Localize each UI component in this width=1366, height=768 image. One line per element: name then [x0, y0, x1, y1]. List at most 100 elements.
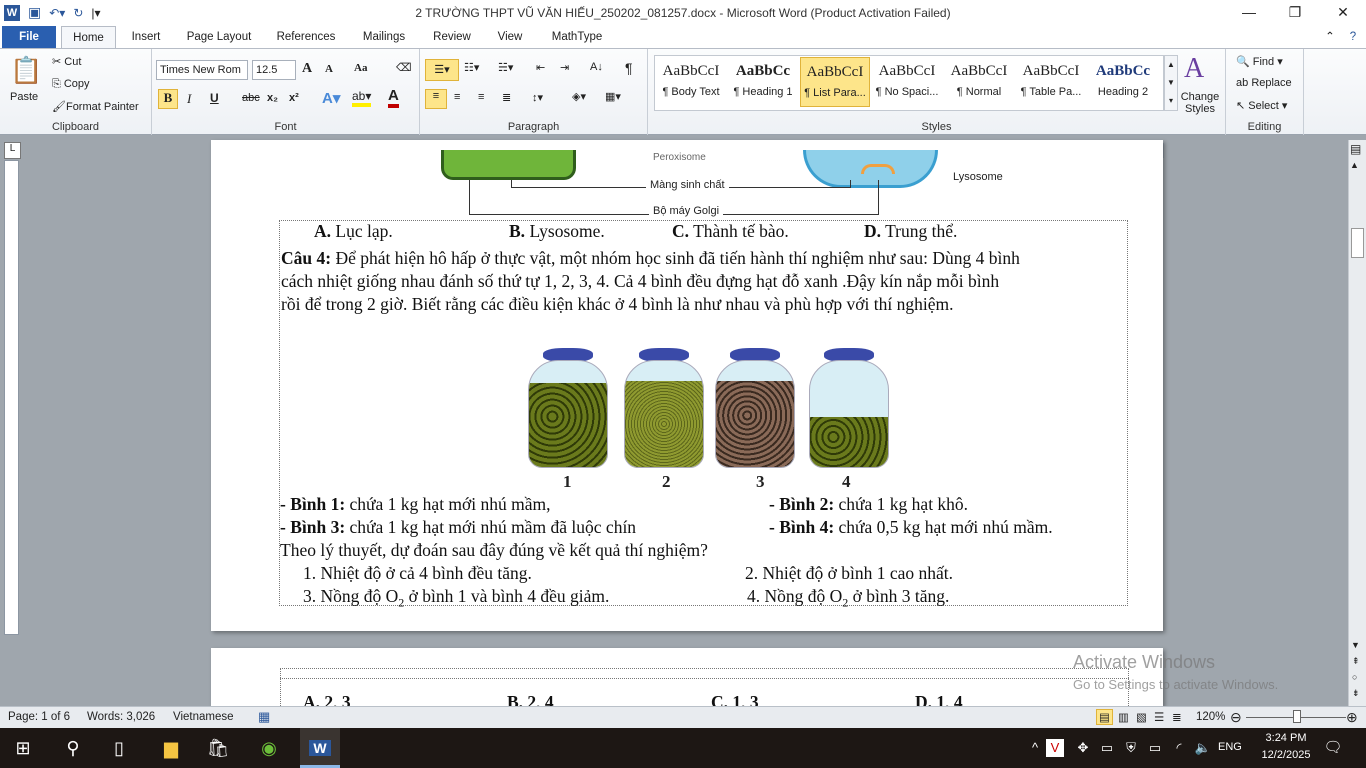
- start-button[interactable]: ⊞: [10, 736, 36, 760]
- style-normal[interactable]: AaBbCcI ¶ Normal: [944, 57, 1014, 107]
- style-table-paragraph[interactable]: AaBbCcI ¶ Table Pa...: [1016, 57, 1086, 107]
- tab-view[interactable]: View: [490, 26, 530, 48]
- tab-mailings[interactable]: Mailings: [354, 26, 414, 48]
- close-button[interactable]: ✕: [1328, 4, 1358, 21]
- grow-font-button[interactable]: A: [302, 61, 312, 77]
- text-effects-icon[interactable]: A▾: [322, 89, 340, 107]
- tab-home[interactable]: Home: [61, 26, 116, 49]
- show-formatting-icon[interactable]: ¶: [625, 60, 633, 76]
- zoom-level[interactable]: 120%: [1196, 711, 1225, 723]
- numbering-icon[interactable]: ☷▾: [464, 61, 479, 74]
- volume-icon[interactable]: 🔈: [1190, 736, 1216, 760]
- cut-button[interactable]: Cut: [64, 56, 81, 68]
- show-hidden-icons[interactable]: ^: [1022, 736, 1048, 760]
- previous-page-icon[interactable]: ⇞: [1352, 656, 1360, 667]
- scroll-thumb[interactable]: [1351, 228, 1364, 258]
- minimize-ribbon-icon[interactable]: ⌃: [1320, 26, 1340, 48]
- tab-page-layout[interactable]: Page Layout: [180, 26, 258, 48]
- zoom-out-button[interactable]: ⊖: [1230, 709, 1242, 726]
- replace-button[interactable]: Replace: [1251, 77, 1291, 89]
- vertical-scrollbar[interactable]: ▤ ▲ ▼ ⇞ ○ ⇟: [1348, 140, 1366, 706]
- full-screen-reading-icon[interactable]: ▥: [1118, 710, 1129, 724]
- sort-icon[interactable]: A↓: [590, 61, 603, 73]
- ruler-tab-selector[interactable]: L: [4, 142, 21, 159]
- style-no-spacing[interactable]: AaBbCcI ¶ No Spaci...: [872, 57, 942, 107]
- word-taskbar-icon[interactable]: W: [300, 728, 340, 768]
- borders-icon[interactable]: ▦▾: [605, 90, 621, 103]
- battery-icon[interactable]: ▭: [1142, 736, 1168, 760]
- clock-time[interactable]: 3:24 PM: [1260, 732, 1312, 744]
- bullets-button[interactable]: ☰▾: [425, 59, 459, 81]
- increase-indent-icon[interactable]: ⇥: [560, 61, 569, 74]
- select-button[interactable]: Select: [1248, 100, 1279, 112]
- clock-date[interactable]: 12/2/2025: [1256, 749, 1316, 761]
- highlight-color-icon[interactable]: ab▾: [352, 89, 372, 107]
- justify-icon[interactable]: ≣: [502, 91, 511, 104]
- shading-icon[interactable]: ◈▾: [572, 90, 586, 103]
- style-heading-2[interactable]: AaBbCc Heading 2: [1088, 57, 1158, 107]
- format-painter-button[interactable]: Format Painter: [66, 101, 139, 113]
- tab-references[interactable]: References: [270, 26, 342, 48]
- change-styles-button[interactable]: Change Styles: [1178, 91, 1222, 115]
- notifications-icon[interactable]: 🗨: [1320, 736, 1346, 760]
- find-button[interactable]: Find: [1253, 56, 1274, 68]
- copy-button[interactable]: Copy: [64, 78, 90, 90]
- subscript-button[interactable]: x₂: [267, 92, 278, 104]
- web-layout-icon[interactable]: ▧: [1136, 710, 1147, 724]
- style-body-text[interactable]: AaBbCcI ¶ Body Text: [656, 57, 726, 107]
- select-browse-object-icon[interactable]: ○: [1352, 672, 1357, 682]
- wifi-icon[interactable]: ◜: [1166, 736, 1192, 760]
- scroll-down-icon[interactable]: ▼: [1351, 640, 1360, 650]
- security-icon[interactable]: ⛨: [1118, 736, 1144, 760]
- help-icon[interactable]: ?: [1343, 26, 1363, 48]
- style-list-paragraph[interactable]: AaBbCcI ¶ List Para...: [800, 57, 870, 107]
- scroll-up-icon[interactable]: ▲: [1350, 160, 1359, 170]
- align-left-button[interactable]: ≡: [425, 89, 447, 109]
- styles-scroll[interactable]: ▲ ▼ ▾: [1164, 55, 1178, 111]
- coccoc-browser-icon[interactable]: ◉: [256, 736, 282, 760]
- line-spacing-icon[interactable]: ↕▾: [532, 91, 543, 104]
- bold-button[interactable]: B: [158, 89, 178, 109]
- word-count[interactable]: Words: 3,026: [87, 711, 155, 723]
- language[interactable]: Vietnamese: [173, 711, 234, 723]
- align-right-icon[interactable]: ≡: [478, 91, 484, 103]
- draft-icon[interactable]: ≣: [1172, 710, 1182, 724]
- tab-review[interactable]: Review: [426, 26, 478, 48]
- vertical-ruler[interactable]: [4, 160, 19, 635]
- font-size-select[interactable]: 12.5: [252, 60, 296, 80]
- tray-app-icon[interactable]: ✥: [1070, 736, 1096, 760]
- font-color-icon[interactable]: A: [388, 87, 399, 108]
- strikethrough-button[interactable]: abc: [242, 92, 260, 104]
- unikey-icon[interactable]: V: [1046, 739, 1064, 757]
- display-icon[interactable]: ▭: [1094, 736, 1120, 760]
- font-name-select[interactable]: Times New Rom: [156, 60, 248, 80]
- multilevel-list-icon[interactable]: ☵▾: [498, 61, 513, 74]
- clear-formatting-icon[interactable]: ⌫: [396, 61, 412, 74]
- decrease-indent-icon[interactable]: ⇤: [536, 61, 545, 74]
- task-view-icon[interactable]: ▯: [106, 736, 132, 760]
- align-center-icon[interactable]: ≡: [454, 91, 460, 103]
- store-icon[interactable]: 🛍: [205, 736, 231, 760]
- next-page-icon[interactable]: ⇟: [1352, 688, 1360, 699]
- tab-mathtype[interactable]: MathType: [542, 26, 612, 48]
- minimize-button[interactable]: —: [1234, 4, 1264, 20]
- tab-insert[interactable]: Insert: [124, 26, 168, 48]
- zoom-in-button[interactable]: ⊕: [1346, 709, 1358, 726]
- outline-icon[interactable]: ☰: [1154, 710, 1164, 724]
- style-heading-1[interactable]: AaBbCc ¶ Heading 1: [728, 57, 798, 107]
- change-case-button[interactable]: Aa: [354, 62, 367, 74]
- tab-file[interactable]: File: [2, 26, 56, 48]
- restore-button[interactable]: ❐: [1280, 4, 1310, 21]
- underline-button[interactable]: U: [210, 91, 219, 105]
- shrink-font-button[interactable]: A: [325, 63, 333, 75]
- page-count[interactable]: Page: 1 of 6: [8, 711, 70, 723]
- input-language[interactable]: ENG: [1218, 741, 1242, 753]
- ruler-toggle-icon[interactable]: ▤: [1350, 142, 1361, 156]
- paste-button[interactable]: Paste: [10, 91, 38, 103]
- print-layout-icon[interactable]: ▤: [1096, 709, 1113, 725]
- file-explorer-icon[interactable]: ▆: [158, 736, 184, 760]
- macro-record-icon[interactable]: ▦: [258, 709, 270, 725]
- zoom-slider-thumb[interactable]: [1293, 710, 1301, 723]
- superscript-button[interactable]: x²: [289, 92, 299, 104]
- italic-button[interactable]: I: [187, 91, 191, 107]
